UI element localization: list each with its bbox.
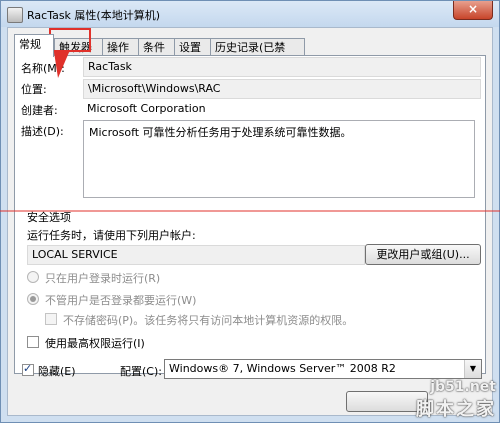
radio-any-user[interactable] <box>27 293 39 305</box>
highest-privileges-checkbox[interactable] <box>27 336 39 348</box>
location-field[interactable]: \Microsoft\Windows\RAC <box>83 79 481 99</box>
general-panel: 名称(M): RacTask 位置: \Microsoft\Windows\RA… <box>14 55 486 374</box>
tab-conditions[interactable]: 条件 <box>138 38 178 56</box>
config-label: 配置(C): <box>120 365 162 378</box>
task-icon <box>7 7 23 23</box>
radio-any-user-label: 不管用户是否登录都要运行(W) <box>45 294 197 307</box>
tab-settings[interactable]: 设置 <box>174 38 214 56</box>
tab-triggers[interactable]: 触发器 <box>54 38 107 56</box>
change-user-button[interactable]: 更改用户或组(U)... <box>365 244 481 265</box>
radio-logged-on-label: 只在用户登录时运行(R) <box>45 272 161 285</box>
run-as-field: LOCAL SERVICE <box>27 245 365 265</box>
description-label: 描述(D): <box>21 125 64 138</box>
no-store-password-label: 不存储密码(P)。该任务将只有访问本地计算机资源的权限。 <box>63 314 354 327</box>
config-select-value: Windows® 7, Windows Server™ 2008 R2 <box>169 362 396 375</box>
author-label: 创建者: <box>21 104 58 117</box>
name-field[interactable]: RacTask <box>83 57 481 77</box>
security-section-label: 安全选项 <box>27 211 71 224</box>
hidden-label: 隐藏(E) <box>38 365 76 378</box>
highest-privileges-label: 使用最高权限运行(I) <box>45 337 145 350</box>
name-label: 名称(M): <box>21 62 65 75</box>
location-label: 位置: <box>21 83 47 96</box>
window-title: RacTask 属性(本地计算机) <box>27 9 161 22</box>
close-button[interactable]: × <box>453 1 493 20</box>
radio-logged-on[interactable] <box>27 271 39 283</box>
watermark: jb51.net 脚本之家 <box>416 379 496 421</box>
run-as-label: 运行任务时，请使用下列用户帐户: <box>27 229 196 242</box>
tab-actions[interactable]: 操作 <box>102 38 142 56</box>
watermark-line2: 脚本之家 <box>416 399 496 420</box>
tab-general[interactable]: 常规 <box>14 34 54 57</box>
properties-window: RacTask 属性(本地计算机) × 常规 触发器 操作 条件 设置 历史记录… <box>0 0 500 423</box>
dialog-client: 常规 触发器 操作 条件 设置 历史记录(已禁用) 名称(M): RacTask… <box>7 27 493 416</box>
hidden-checkbox[interactable] <box>22 362 34 376</box>
config-select[interactable]: Windows® 7, Windows Server™ 2008 R2 ▼ <box>164 359 482 379</box>
title-bar[interactable]: RacTask 属性(本地计算机) × <box>1 1 499 27</box>
chevron-down-icon: ▼ <box>464 360 481 378</box>
tab-history[interactable]: 历史记录(已禁用) <box>210 38 305 71</box>
author-value: Microsoft Corporation <box>87 102 206 115</box>
no-store-password-checkbox[interactable] <box>45 313 57 325</box>
description-textarea[interactable]: Microsoft 可靠性分析任务用于处理系统可靠性数据。 <box>83 120 475 198</box>
watermark-line1: jb51.net <box>430 379 496 395</box>
